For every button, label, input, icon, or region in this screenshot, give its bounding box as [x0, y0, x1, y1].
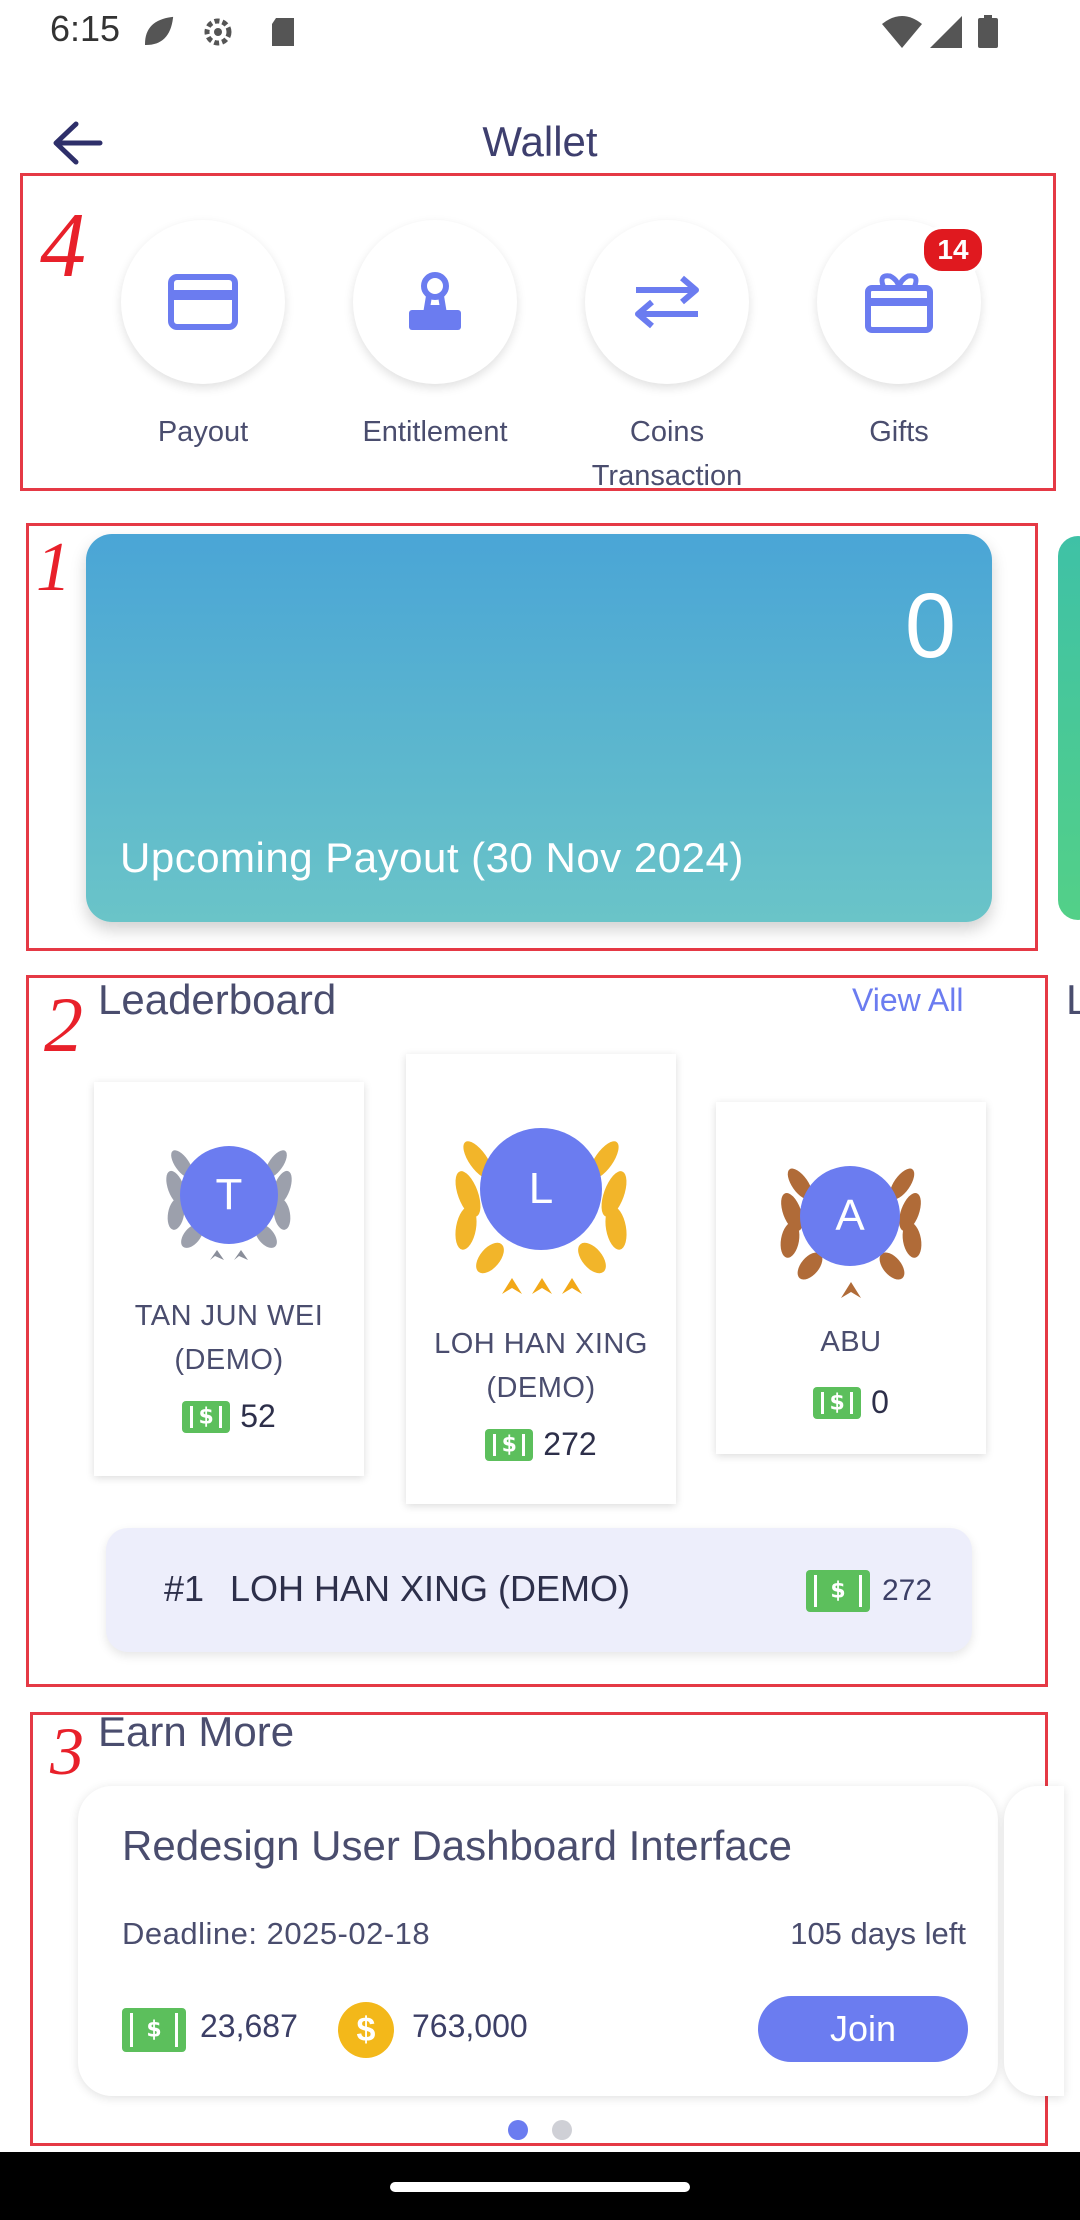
status-time: 6:15: [50, 8, 121, 49]
avatar-rank-1: L: [480, 1128, 602, 1250]
page-title: Wallet: [482, 118, 598, 165]
annotation-label-1: 1: [36, 529, 71, 606]
view-all-link[interactable]: View All: [852, 982, 963, 1019]
leaf-icon: [144, 16, 174, 46]
money-icon: [806, 1570, 870, 1612]
task-card[interactable]: Redesign User Dashboard Interface Deadli…: [78, 1786, 998, 2096]
money-icon: [122, 2008, 186, 2052]
payout-action-circle[interactable]: [121, 220, 285, 384]
leaderboard-name-rank-2: TAN JUN WEI (DEMO): [134, 1300, 324, 1376]
pager-dot[interactable]: [552, 2120, 572, 2140]
top-user-rank: #1: [164, 1568, 205, 1609]
money-icon: [182, 1400, 231, 1433]
leaderboard-score-rank-2: 52: [94, 1398, 364, 1435]
task-days-left: 105 days left: [790, 1916, 966, 1951]
stamp-icon: [409, 272, 461, 330]
score-value: 272: [543, 1426, 597, 1462]
cell-signal-icon: [930, 16, 962, 48]
credit-card-icon: [168, 274, 238, 330]
next-task-card-peek[interactable]: [1004, 1786, 1064, 2096]
leaderboard-card-rank-1[interactable]: L LOH HAN XING (DEMO) 272: [406, 1054, 676, 1504]
current-top-user-row[interactable]: #1 LOH HAN XING (DEMO) 272: [106, 1528, 972, 1652]
wifi-icon: [882, 16, 922, 48]
swap-arrows-icon: [635, 275, 699, 329]
earn-more-title: Earn More: [98, 1708, 295, 1755]
home-gesture-handle[interactable]: [390, 2182, 690, 2192]
leaderboard-score-rank-1: 272: [406, 1426, 676, 1463]
task-coin-reward: 763,000: [412, 2008, 528, 2044]
next-section-peek: L: [1066, 976, 1080, 1023]
annotation-label-2: 2: [44, 981, 83, 1068]
entitlement-action-label: Entitlement: [362, 416, 508, 448]
avatar-rank-2: T: [180, 1146, 278, 1244]
coins-transaction-action-label: Coins Transaction: [591, 416, 743, 492]
leaderboard-card-rank-3[interactable]: A ABU 0: [716, 1102, 986, 1454]
next-card-peek[interactable]: [1058, 536, 1080, 920]
task-cash-reward: 23,687: [200, 2008, 298, 2044]
coins-transaction-action[interactable]: Coins Transaction: [582, 220, 752, 498]
coin-icon: $: [338, 2002, 394, 2058]
payout-action[interactable]: Payout: [118, 220, 288, 454]
top-user-name: LOH HAN XING (DEMO): [230, 1568, 631, 1609]
task-title: Redesign User Dashboard Interface: [122, 1822, 793, 1869]
payout-amount: 0: [904, 575, 956, 677]
entitlement-action-circle[interactable]: [353, 220, 517, 384]
coins-transaction-action-circle[interactable]: [585, 220, 749, 384]
battery-icon: [978, 15, 998, 48]
join-button[interactable]: Join: [758, 1996, 968, 2062]
top-user-score: 272: [882, 1574, 933, 1607]
score-value: 52: [240, 1398, 276, 1434]
entitlement-action[interactable]: Entitlement: [350, 220, 520, 454]
leaderboard-card-rank-2[interactable]: T TAN JUN WEI (DEMO) 52: [94, 1082, 364, 1476]
settings-gear-icon: [204, 18, 232, 46]
annotation-label-3: 3: [50, 1713, 84, 1789]
payout-label: Upcoming Payout (30 Nov 2024): [120, 834, 744, 881]
payout-action-label: Payout: [157, 416, 249, 448]
gifts-action[interactable]: 14 Gifts: [814, 220, 985, 454]
sd-card-icon: [272, 18, 294, 46]
leaderboard-title: Leaderboard: [98, 976, 337, 1023]
leaderboard-name-rank-1: LOH HAN XING (DEMO): [434, 1328, 648, 1404]
annotation-label-4: 4: [40, 194, 86, 296]
money-icon: [813, 1386, 862, 1419]
score-value: 0: [871, 1384, 889, 1420]
gifts-badge: 14: [921, 226, 985, 274]
pager-dot-active[interactable]: [508, 2120, 528, 2140]
money-icon: [485, 1428, 534, 1461]
avatar-rank-3: A: [800, 1166, 900, 1266]
upcoming-payout-card[interactable]: 0 Upcoming Payout (30 Nov 2024): [86, 534, 992, 922]
task-deadline: Deadline: 2025-02-18: [122, 1916, 431, 1951]
leaderboard-score-rank-3: 0: [716, 1384, 986, 1421]
gifts-action-label: Gifts: [869, 416, 929, 448]
gift-icon: [865, 273, 933, 333]
gifts-action-circle[interactable]: 14: [817, 220, 985, 384]
leaderboard-name-rank-3: ABU: [820, 1326, 882, 1358]
